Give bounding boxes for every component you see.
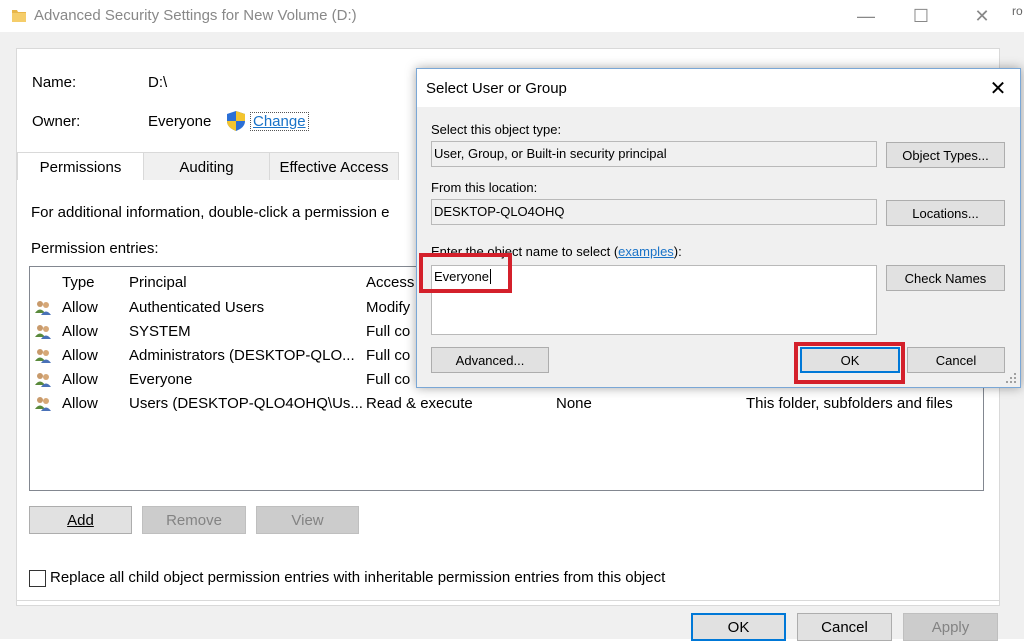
dialog-close-button[interactable]: ✕	[985, 75, 1011, 101]
row-principal: Everyone	[129, 371, 193, 388]
resize-grip-icon[interactable]	[1005, 372, 1017, 384]
advanced-button[interactable]: Advanced...	[431, 347, 549, 373]
change-owner-link[interactable]: Change	[250, 112, 309, 131]
background-window-fragment: ro	[1012, 4, 1023, 18]
minimize-icon: —	[857, 5, 875, 26]
tab-auditing[interactable]: Auditing	[143, 152, 270, 182]
view-button[interactable]: View	[256, 506, 359, 534]
row-principal: Authenticated Users	[129, 299, 265, 316]
name-value: D:\	[148, 74, 168, 91]
locations-button-label: Locations...	[912, 205, 979, 221]
uac-shield-icon	[227, 111, 245, 131]
row-inherited-from: None	[556, 395, 592, 412]
select-user-or-group-dialog: Select User or Group ✕ Select this objec…	[416, 68, 1021, 388]
tab-permissions[interactable]: Permissions	[17, 152, 144, 181]
row-access: Full co	[366, 347, 411, 364]
column-header-type[interactable]: Type	[62, 274, 95, 291]
column-header-principal[interactable]: Principal	[129, 274, 187, 291]
name-label: Name:	[32, 74, 77, 91]
owner-label: Owner:	[32, 113, 81, 130]
highlight-box-ok-button	[794, 342, 905, 384]
locations-button[interactable]: Locations...	[886, 200, 1005, 226]
user-group-icon	[35, 397, 51, 411]
row-applies-to: This folder, subfolders and files	[746, 395, 953, 412]
object-type-field: User, Group, or Built-in security princi…	[431, 141, 877, 167]
add-button[interactable]: Add	[29, 506, 132, 534]
highlight-box-object-name	[419, 253, 512, 293]
object-types-button[interactable]: Object Types...	[886, 142, 1005, 168]
row-access: Full co	[366, 323, 411, 340]
dialog-titlebar[interactable]: Select User or Group ✕	[417, 69, 1020, 107]
row-type: Allow	[62, 395, 98, 412]
window-title: Advanced Security Settings for New Volum…	[34, 7, 357, 24]
object-types-button-label: Object Types...	[902, 147, 989, 163]
ok-button-label: OK	[727, 618, 750, 636]
table-row[interactable]: Allow Users (DESKTOP-QLO4OHQ\Us... Read & …	[30, 393, 980, 417]
location-field: DESKTOP-QLO4OHQ	[431, 199, 877, 225]
dialog-title: Select User or Group	[426, 80, 567, 97]
close-button[interactable]: ✕	[959, 0, 1005, 32]
row-type: Allow	[62, 299, 98, 316]
ok-button[interactable]: OK	[691, 613, 786, 641]
permission-entries-label: Permission entries:	[31, 240, 159, 257]
user-group-icon	[35, 373, 51, 387]
location-label: From this location:	[431, 180, 538, 195]
check-names-button[interactable]: Check Names	[886, 265, 1005, 291]
replace-child-permissions-checkbox[interactable]	[29, 570, 46, 587]
column-header-access[interactable]: Access	[366, 274, 414, 291]
maximize-button[interactable]: ☐	[898, 0, 944, 32]
advanced-button-label: Advanced...	[455, 352, 525, 368]
examples-link[interactable]: examples	[618, 244, 674, 259]
check-names-button-label: Check Names	[904, 270, 987, 286]
row-principal: Users (DESKTOP-QLO4OHQ\Us...	[129, 395, 363, 412]
object-type-label: Select this object type:	[431, 122, 562, 137]
replace-child-permissions-label[interactable]: Replace all child object permission entr…	[50, 569, 665, 586]
apply-button[interactable]: Apply	[903, 613, 998, 641]
remove-button-label: Remove	[166, 511, 222, 529]
row-type: Allow	[62, 323, 98, 340]
row-access: Full co	[366, 371, 411, 388]
row-principal: SYSTEM	[129, 323, 191, 340]
row-principal: Administrators (DESKTOP-QLO...	[129, 347, 355, 364]
minimize-button[interactable]: —	[843, 0, 889, 32]
row-access: Modify	[366, 299, 411, 316]
owner-value: Everyone	[148, 113, 212, 130]
user-group-icon	[35, 349, 51, 363]
cancel-button[interactable]: Cancel	[797, 613, 892, 641]
dialog-cancel-button[interactable]: Cancel	[907, 347, 1005, 373]
row-type: Allow	[62, 371, 98, 388]
close-icon: ✕	[989, 77, 1007, 100]
close-icon: ✕	[974, 5, 990, 26]
info-text: For additional information, double-click…	[31, 204, 390, 221]
maximize-icon: ☐	[912, 5, 930, 26]
add-button-label: Add	[67, 511, 94, 529]
enter-object-name-suffix: ):	[673, 244, 682, 259]
remove-button[interactable]: Remove	[142, 506, 246, 534]
folder-icon	[12, 10, 26, 22]
cancel-button-label: Cancel	[821, 618, 868, 636]
user-group-icon	[35, 301, 51, 315]
tab-effective-access[interactable]: Effective Access	[269, 152, 399, 182]
dialog-cancel-button-label: Cancel	[935, 352, 977, 368]
view-button-label: View	[291, 511, 324, 529]
user-group-icon	[35, 325, 51, 339]
window-titlebar[interactable]: Advanced Security Settings for New Volum…	[0, 0, 1024, 32]
row-type: Allow	[62, 347, 98, 364]
apply-button-label: Apply	[931, 618, 970, 636]
row-access: Read & execute	[366, 395, 473, 412]
